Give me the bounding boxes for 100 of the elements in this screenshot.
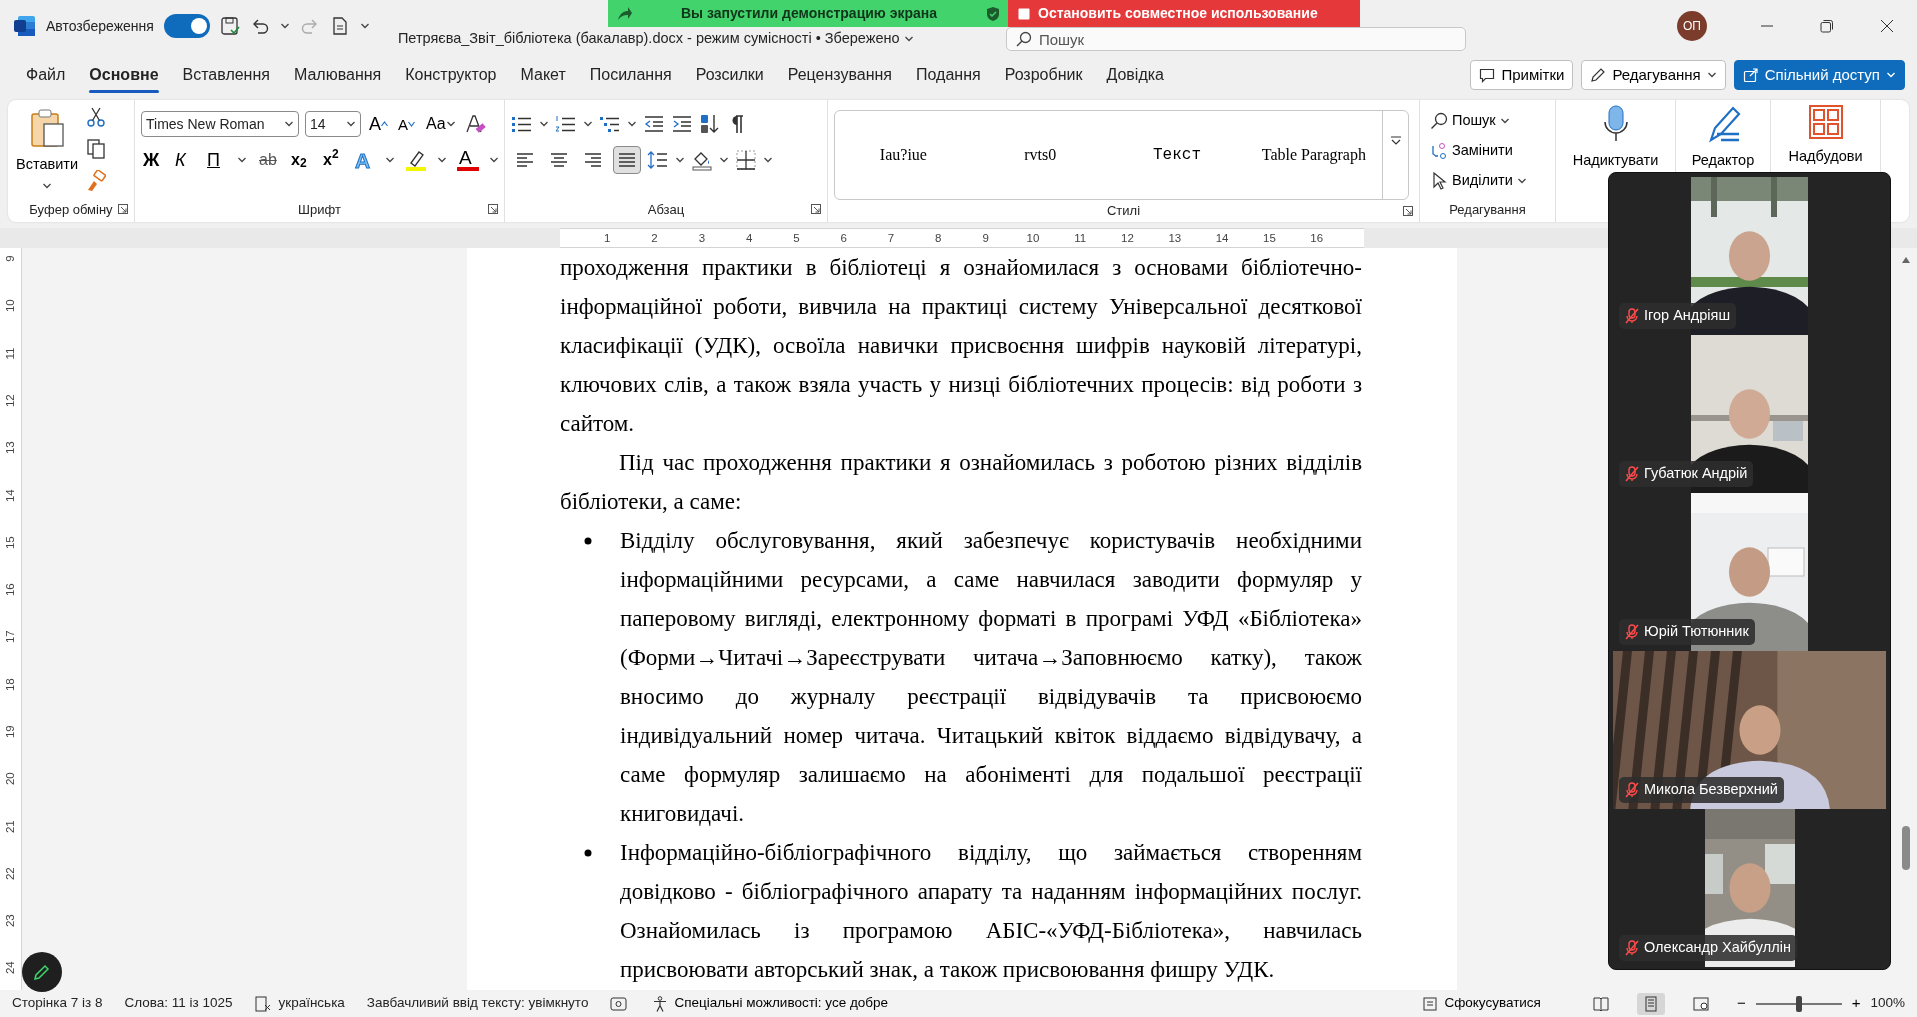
close-icon[interactable] (1880, 19, 1894, 33)
increase-indent-icon[interactable] (671, 114, 693, 134)
underline-button[interactable]: П (205, 151, 227, 169)
shrink-font-button[interactable]: A (396, 116, 418, 132)
align-justify-icon[interactable] (613, 146, 641, 174)
restore-icon[interactable] (1820, 19, 1834, 33)
multilevel-list-icon[interactable] (599, 114, 621, 134)
caret-icon[interactable] (437, 156, 447, 164)
borders-icon[interactable] (735, 149, 757, 171)
scissors-icon[interactable] (86, 106, 106, 128)
caret-icon[interactable] (279, 22, 290, 30)
line-spacing-icon[interactable] (647, 150, 669, 170)
stop-sharing-button[interactable]: Остановить совместное использование (1008, 0, 1360, 27)
ribbon-tab[interactable]: Макет (510, 55, 576, 95)
ribbon-tab[interactable]: Посилання (579, 55, 682, 95)
grow-font-button[interactable]: A (367, 115, 390, 133)
copy-icon[interactable] (86, 138, 106, 160)
caret-icon[interactable] (719, 156, 729, 164)
caret-icon[interactable] (903, 35, 914, 44)
caret-icon[interactable] (237, 156, 247, 164)
user-avatar[interactable]: ОП (1677, 11, 1707, 41)
paragraph-text: Інформаційно-бібліографічного відділу, що займається створенням довідково - бібліографічного апарату та наданням інформаційних послуг. Ознайомилась із програмою АБІС-«УФД-Бібліотека», навчилась присвоювати авторський знак, а також присвоювання фишру УДК. (620, 839, 1362, 984)
zoom-in-button[interactable]: + (1851, 992, 1861, 1015)
ribbon-tab[interactable]: Рецензування (777, 55, 903, 95)
dictate-button[interactable]: Надиктувати (1556, 100, 1675, 176)
replace-button[interactable]: Замінити (1426, 136, 1531, 166)
ribbon-tab[interactable]: Основне (79, 55, 169, 95)
caret-icon[interactable] (489, 156, 499, 164)
stop-square-icon (1018, 7, 1030, 20)
accessibility-status[interactable]: Спеціальні можливості: усе добре (652, 993, 889, 1014)
editor-button[interactable]: Редактор (1676, 100, 1770, 176)
dialog-launcher-icon[interactable] (488, 204, 498, 214)
font-name-field[interactable]: Times New Roman (141, 111, 299, 137)
scrollbar-thumb[interactable] (1902, 826, 1910, 870)
ribbon-tab[interactable]: Конструктор (395, 55, 507, 95)
sort-icon[interactable] (699, 113, 721, 135)
proofing-icon[interactable] (254, 995, 273, 1012)
language-label[interactable]: українська (278, 993, 345, 1014)
bold-button[interactable]: Ж (141, 151, 163, 169)
editing-button[interactable]: Редагування (1581, 60, 1726, 90)
paste-button[interactable]: Вставити (14, 106, 80, 198)
ribbon-tab[interactable]: Подання (906, 55, 991, 95)
find-button[interactable]: Пошук (1426, 106, 1531, 136)
autosave-toggle[interactable] (163, 14, 210, 38)
zoom-percent[interactable]: 100% (1870, 993, 1905, 1014)
caret-icon[interactable] (583, 120, 593, 128)
bullet-list-icon[interactable] (511, 114, 533, 134)
style-item[interactable]: Iau?iue (835, 142, 972, 168)
ruler-number: 16 (2, 583, 17, 597)
caret-icon[interactable] (763, 156, 773, 164)
print-view-icon[interactable] (1636, 992, 1665, 1015)
addins-button[interactable]: Надбудови (1771, 100, 1880, 172)
caret-icon[interactable] (385, 156, 395, 164)
ribbon-tab[interactable]: Розсилки (685, 55, 774, 95)
numbered-list-icon[interactable] (555, 114, 577, 134)
share-button[interactable]: Спільний доступ (1733, 60, 1905, 90)
highlighter-icon[interactable] (405, 149, 427, 171)
more-styles-icon[interactable] (1389, 136, 1402, 146)
paintbrush-icon[interactable] (86, 170, 106, 192)
dialog-launcher-icon[interactable] (118, 204, 128, 214)
italic-button[interactable]: К (173, 151, 195, 169)
ribbon-tab[interactable]: Файл (16, 55, 76, 95)
shield-icon (986, 5, 1000, 22)
style-item[interactable]: Table Paragraph (1245, 142, 1383, 168)
caret-icon[interactable] (1706, 71, 1717, 79)
ribbon-tab[interactable]: Довідка (1096, 55, 1174, 95)
caret-icon[interactable] (346, 120, 356, 128)
caret-icon[interactable] (359, 22, 370, 30)
save-icon[interactable] (219, 16, 240, 36)
caret-icon[interactable] (627, 120, 637, 128)
clear-formatting-icon[interactable] (463, 113, 486, 135)
caret-icon[interactable] (1516, 177, 1527, 185)
subscript-button[interactable]: x$_{2}$ (289, 152, 311, 168)
style-item[interactable]: Текст (1108, 142, 1246, 168)
ribbon-tab[interactable]: Вставлення (172, 55, 280, 95)
page-count[interactable]: Сторінка 7 із 8 (12, 993, 103, 1014)
caret-up-icon (381, 121, 388, 127)
caret-icon[interactable] (42, 181, 52, 190)
decrease-indent-icon[interactable] (643, 114, 665, 134)
predictive-text-status[interactable]: Завбачливий ввід тексту: увімкнуто (366, 993, 589, 1014)
comments-button[interactable]: Примітки (1470, 60, 1574, 90)
caret-icon[interactable] (284, 120, 294, 128)
caret-icon[interactable] (445, 120, 456, 128)
ribbon-tab[interactable]: Малювання (283, 55, 392, 95)
zoom-out-button[interactable]: − (1736, 992, 1746, 1015)
font-color-button[interactable]: A (457, 148, 479, 171)
strikethrough-button[interactable]: ab (257, 152, 279, 168)
word-count[interactable]: Слова: 11 із 1025 (124, 993, 233, 1014)
caret-icon[interactable] (1499, 117, 1510, 125)
search-field[interactable]: Пошук (1005, 27, 1466, 51)
style-item[interactable]: rvts0 (971, 142, 1109, 168)
select-button[interactable]: Виділити (1426, 166, 1531, 196)
ribbon-tab[interactable]: Розробник (994, 55, 1093, 95)
change-case-button[interactable]: Aa (424, 116, 458, 132)
caret-icon[interactable] (539, 120, 549, 128)
focus-button[interactable]: Сфокусуватися (1422, 993, 1541, 1014)
caret-icon[interactable] (675, 156, 685, 164)
dialog-launcher-icon[interactable] (1403, 206, 1413, 216)
dialog-launcher-icon[interactable] (811, 204, 821, 214)
font-size-field[interactable]: 14 (305, 111, 361, 137)
